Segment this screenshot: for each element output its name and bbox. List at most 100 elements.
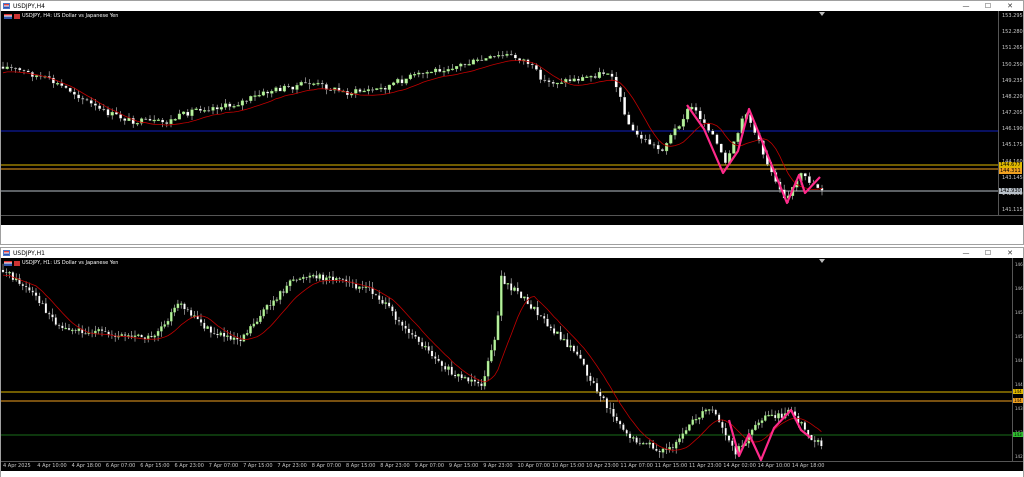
chart-window-h1[interactable]: USDJPY,H1 — ☐ ✕ USDJPY, H1: US Dollar vs… [0, 247, 1024, 477]
time-tick-label: 8 Apr 15:00 [346, 463, 376, 469]
time-tick-label: 6 Apr 07:00 [105, 463, 136, 469]
candle-body [723, 152, 727, 164]
maximize-button[interactable]: ☐ [977, 1, 999, 11]
candle-body [556, 331, 559, 334]
candle-body [585, 364, 589, 377]
candle-body [28, 287, 31, 291]
candle-body [427, 345, 430, 351]
time-tick-label: 11 Apr 07:00 [620, 463, 653, 469]
chart-shift-icon[interactable] [819, 12, 825, 16]
candle-body [106, 109, 110, 116]
price-tick-label: 144 [1015, 358, 1023, 363]
candle-body [813, 440, 817, 442]
candle-body [245, 333, 249, 335]
candle-body [497, 55, 501, 57]
candle-body [486, 360, 490, 377]
horizontal-scrollbar-h4[interactable] [1, 225, 1023, 244]
candle-body [678, 438, 681, 443]
candle-body [84, 333, 87, 335]
candle-body [562, 338, 566, 341]
candle-body [374, 293, 378, 296]
candle-body [447, 366, 450, 370]
candle-body [152, 119, 156, 122]
candle-body [575, 351, 579, 355]
candle-body [803, 422, 807, 430]
chart-canvas-h4[interactable]: USDJPY, H4: US Dollar vs Japanese Yen [1, 11, 998, 215]
minimize-button[interactable]: — [955, 248, 977, 258]
title-bar-h1[interactable]: USDJPY,H1 — ☐ ✕ [1, 248, 1023, 258]
time-scale-h4 [1, 215, 1023, 225]
candle-body [216, 333, 219, 336]
candle-body [631, 124, 635, 131]
candle-body [358, 89, 362, 92]
candle-body [648, 139, 652, 145]
candle-body [546, 318, 549, 327]
candle-body [236, 105, 240, 107]
window-controls-h1: — ☐ ✕ [955, 248, 1021, 258]
price-scale-h1[interactable]: 146146145145144144143143142144144143 [1012, 258, 1023, 461]
candle-body [645, 443, 648, 445]
candle-body [383, 87, 387, 90]
candle-body [711, 130, 715, 135]
candle-body [358, 286, 361, 289]
candle-body [622, 424, 625, 431]
candle-body [635, 130, 639, 135]
candle-body [542, 315, 546, 319]
candle-body [566, 338, 569, 348]
candle-body [148, 118, 152, 121]
candle-body [534, 64, 538, 70]
candle-body [1, 269, 5, 273]
candle-body [539, 69, 543, 80]
candle-body [400, 79, 404, 84]
minimize-button[interactable]: — [955, 1, 977, 11]
candle-body [308, 275, 312, 278]
candle-body [592, 380, 595, 384]
candle-body [434, 68, 438, 73]
candle-body [61, 325, 64, 329]
jp-flag-icon [14, 13, 20, 19]
candle-body [391, 306, 394, 312]
candle-body [585, 76, 589, 78]
close-button[interactable]: ✕ [999, 248, 1021, 258]
candle-body [568, 79, 572, 82]
candle-body [688, 424, 691, 431]
horizontal-scrollbar-h1[interactable] [1, 471, 1023, 477]
candlestick-chart-h4 [1, 50, 998, 205]
candle-body [74, 329, 77, 332]
candle-body [133, 335, 137, 337]
candle-body [262, 309, 265, 317]
maximize-button[interactable]: ☐ [977, 248, 999, 258]
candle-body [533, 306, 536, 309]
candle-body [623, 96, 627, 115]
price-tick-label: 146 [1015, 262, 1023, 267]
chart-shift-icon[interactable] [819, 259, 825, 263]
candle-body [203, 322, 206, 329]
candle-body [274, 87, 278, 92]
candle-body [165, 122, 169, 125]
candle-body [702, 119, 706, 124]
price-scale-h4[interactable]: 153.295 152.280 151.265 150.250 149.235 148.2… [998, 11, 1023, 215]
close-button[interactable]: ✕ [999, 1, 1021, 11]
candle-body [780, 413, 784, 419]
candle-body [34, 292, 38, 297]
candle-body [496, 315, 500, 341]
candle-body [291, 86, 295, 90]
time-tick-label: 9 Apr 15:00 [448, 463, 479, 469]
candle-body [320, 82, 324, 85]
candle-body [760, 420, 764, 423]
candle-body [549, 326, 553, 329]
candle-body [298, 278, 302, 280]
chart-canvas-h1[interactable]: USDJPY, H1: US Dollar vs Japanese Yen [1, 258, 1012, 461]
candle-body [163, 324, 166, 327]
time-tick-label: 6 Apr 15:00 [140, 463, 170, 469]
candle-body [170, 312, 173, 322]
price-tag: 144 [1013, 389, 1023, 394]
candle-body [249, 96, 253, 101]
time-tick-label: 8 Apr 23:00 [380, 463, 410, 469]
candle-body [721, 421, 724, 429]
chart-window-h4[interactable]: USDJPY,H4 — ☐ ✕ USDJPY, H4: US Dollar vs… [0, 0, 1024, 245]
candle-body [671, 447, 675, 449]
candle-body [182, 111, 186, 115]
candle-body [599, 391, 602, 397]
title-bar-h4[interactable]: USDJPY,H4 — ☐ ✕ [1, 1, 1023, 11]
